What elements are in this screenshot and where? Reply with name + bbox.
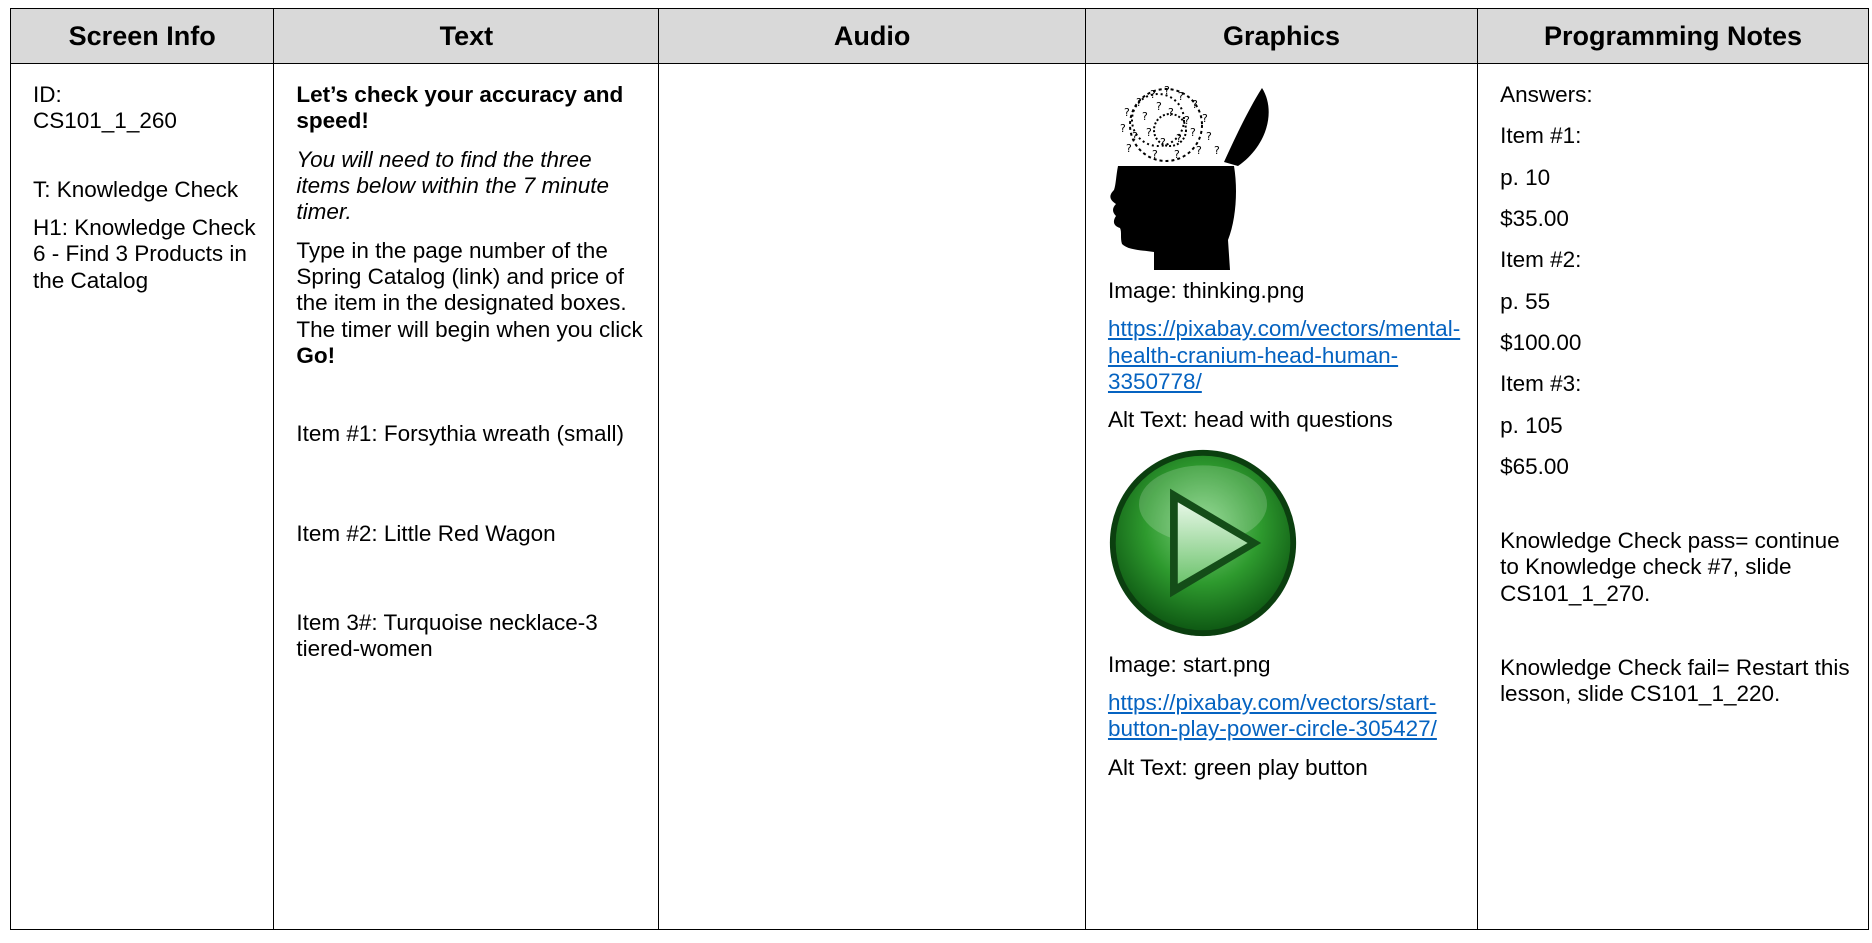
svg-text:?: ? [1184, 114, 1190, 127]
svg-text:?: ? [1146, 126, 1152, 139]
green-play-button-icon [1109, 449, 1297, 636]
text-item-1: Item #1: Forsythia wreath (small) [296, 421, 624, 447]
text-body-main: Type in the page number of the Spring Ca… [296, 237, 643, 342]
svg-text:?: ? [1192, 98, 1198, 111]
answer-item-3-label: Item #3: [1500, 371, 1582, 397]
text-item-3: Item 3#: Turquoise necklace-3 tiered-wom… [296, 609, 598, 662]
image-2-label: Image: start.png [1107, 651, 1271, 677]
svg-text:?: ? [1136, 96, 1142, 109]
svg-text:?: ? [1156, 100, 1162, 113]
image-1-source-link[interactable]: https://pixabay.com/vectors/mental-healt… [1108, 316, 1460, 394]
answer-item-2-page: p. 55 [1500, 288, 1551, 314]
answer-item-1-label: Item #1: [1500, 123, 1582, 149]
text-body: Type in the page number of the Spring Ca… [296, 238, 646, 370]
answer-item-2-label: Item #2: [1500, 247, 1582, 273]
storyboard-table: Screen Info Text Audio Graphics Programm… [9, 8, 1869, 930]
screen-info-cell: ID: CS101_1_260 T: Knowledge Check H1: K… [9, 63, 275, 930]
header-screen-info: Screen Info [9, 8, 275, 64]
pass-note: Knowledge Check pass= continue to Knowle… [1500, 528, 1840, 606]
svg-text:?: ? [1196, 144, 1202, 157]
text-instructions: You will need to find the three items be… [296, 146, 610, 225]
text-go: Go! [296, 342, 336, 368]
svg-text:?: ? [1178, 90, 1184, 103]
svg-text:?: ? [1174, 148, 1180, 161]
svg-text:?: ? [1176, 132, 1182, 145]
answer-item-1-page: p. 10 [1500, 164, 1551, 190]
audio-cell [658, 63, 1086, 930]
thinking-head-icon: ??? ??? ??? ??? ??? ??? ??? ?? [1110, 84, 1269, 270]
svg-text:?: ? [1202, 112, 1208, 125]
graphics-cell: ??? ??? ??? ??? ??? ??? ??? ?? Image: th… [1084, 63, 1479, 930]
image-2-alt-text: Alt Text: green play button [1107, 754, 1368, 780]
header-row: Screen Info Text Audio Graphics Programm… [9, 8, 1869, 64]
answer-item-3-page: p. 105 [1500, 412, 1563, 438]
image-2-source-link[interactable]: https://pixabay.com/vectors/start-button… [1108, 690, 1437, 741]
answer-item-2-price: $100.00 [1500, 329, 1582, 355]
header-text: Text [273, 8, 660, 64]
header-graphics: Graphics [1084, 8, 1479, 64]
svg-text:?: ? [1206, 130, 1212, 143]
screen-id-label: ID: [33, 82, 62, 107]
svg-text:?: ? [1160, 136, 1166, 149]
svg-text:?: ? [1126, 142, 1132, 155]
svg-text:?: ? [1120, 122, 1126, 135]
svg-text:?: ? [1152, 148, 1158, 161]
text-intro: Let’s check your accuracy and speed! [296, 82, 624, 134]
answer-item-3-price: $65.00 [1500, 453, 1569, 479]
answer-item-1-price: $35.00 [1500, 205, 1569, 231]
svg-text:?: ? [1142, 110, 1148, 123]
svg-text:?: ? [1168, 106, 1174, 119]
answers-label: Answers: [1500, 82, 1593, 107]
svg-text:?: ? [1164, 84, 1170, 97]
header-programming-notes: Programming Notes [1477, 8, 1869, 64]
header-audio: Audio [658, 8, 1086, 64]
svg-text:?: ? [1124, 106, 1130, 119]
text-item-2: Item #2: Little Red Wagon [296, 521, 556, 547]
screen-heading: H1: Knowledge Check 6 - Find 3 Products … [33, 214, 256, 293]
screen-id-value: CS101_1_260 [33, 108, 177, 134]
programming-notes-cell: Answers: Item #1: p. 10 $35.00 Item #2: … [1477, 63, 1869, 930]
image-1-alt-text: Alt Text: head with questions [1107, 407, 1393, 433]
svg-text:?: ? [1132, 130, 1138, 143]
svg-text:?: ? [1190, 126, 1196, 139]
fail-note: Knowledge Check fail= Restart this lesso… [1500, 655, 1850, 707]
image-1-label: Image: thinking.png [1107, 278, 1305, 303]
svg-text:?: ? [1214, 144, 1220, 157]
screen-title: T: Knowledge Check [33, 176, 239, 202]
content-row: ID: CS101_1_260 T: Knowledge Check H1: K… [9, 63, 1869, 930]
text-cell: Let’s check your accuracy and speed! You… [273, 63, 660, 930]
